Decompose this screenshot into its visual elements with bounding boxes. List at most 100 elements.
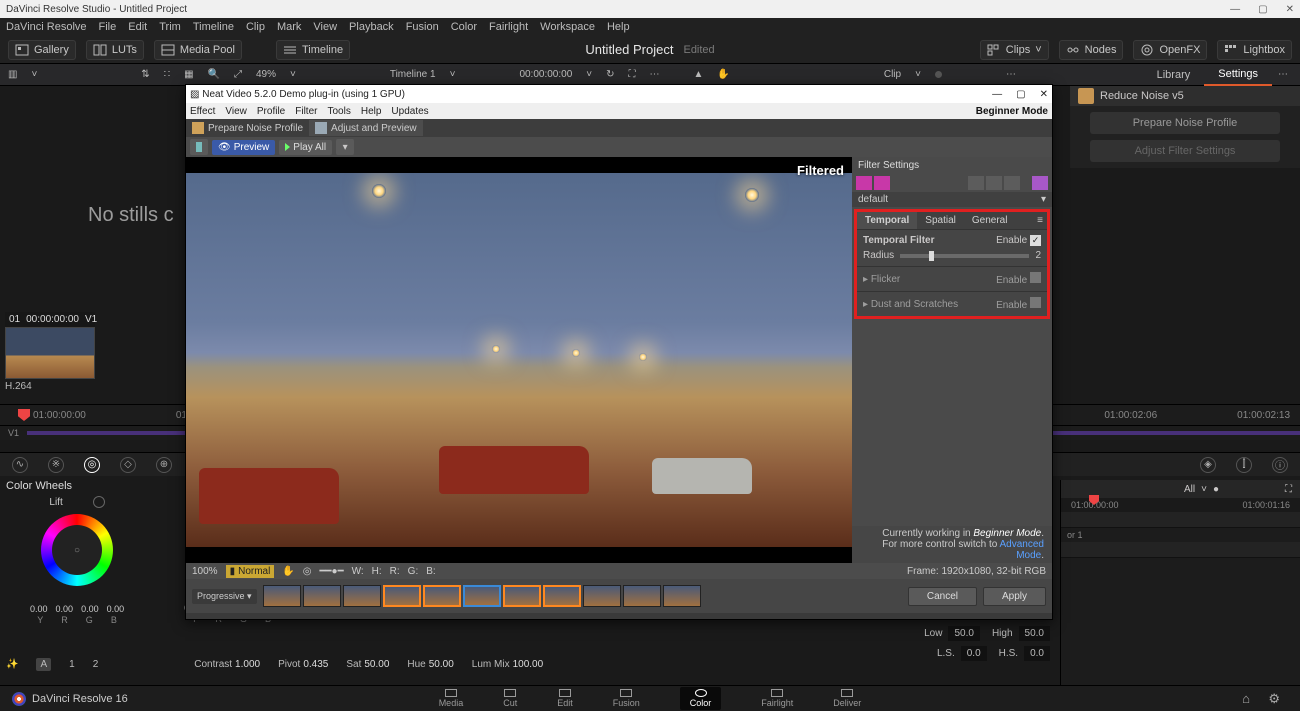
kf-track[interactable] xyxy=(1061,542,1300,558)
chevron-down-icon[interactable]: ˅ xyxy=(586,69,592,80)
target-icon[interactable]: ◎ xyxy=(303,566,312,577)
hand-icon[interactable]: ✋ xyxy=(717,69,729,80)
redo-icon[interactable] xyxy=(986,176,1002,190)
timeline-button[interactable]: Timeline xyxy=(276,40,350,60)
tab-temporal[interactable]: Temporal xyxy=(857,212,917,229)
more-icon[interactable]: ⋯ xyxy=(1006,69,1016,80)
hs-value[interactable]: 0.0 xyxy=(1024,646,1050,661)
mediapool-button[interactable]: Media Pool xyxy=(154,40,242,60)
plugin-menu-item[interactable]: Filter xyxy=(295,106,317,117)
wand-icon[interactable]: ✨ xyxy=(6,659,18,670)
chevron-down-icon[interactable]: ˅ xyxy=(915,69,921,80)
chevron-down-icon[interactable]: ˅ xyxy=(31,69,37,80)
plugin-titlebar[interactable]: ▨ Neat Video 5.2.0 Demo plug-in (using 1… xyxy=(186,85,1052,103)
param-value[interactable]: 50.00 xyxy=(364,659,389,670)
badge[interactable]: 2 xyxy=(93,659,99,670)
info-tool[interactable]: ⓘ xyxy=(1272,457,1288,473)
menu-item[interactable]: Help xyxy=(607,21,630,33)
bypass-dot[interactable] xyxy=(935,71,942,78)
menu-item[interactable]: Edit xyxy=(128,21,147,33)
temporal-enable-checkbox[interactable]: ✓ xyxy=(1030,235,1041,246)
menu-item[interactable]: Trim xyxy=(159,21,181,33)
plugin-menu-item[interactable]: Profile xyxy=(257,106,285,117)
tab-adjust-preview[interactable]: Adjust and Preview xyxy=(309,120,423,136)
reset-icon[interactable] xyxy=(93,496,105,508)
menu-item[interactable]: File xyxy=(99,21,117,33)
primary-tool[interactable]: ◎ xyxy=(84,457,100,473)
grid-icon[interactable]: ▦ xyxy=(184,69,193,80)
scope-tool[interactable]: ◈ xyxy=(1200,457,1216,473)
param-value[interactable]: 100.00 xyxy=(513,659,544,670)
menu-item[interactable]: Mark xyxy=(277,21,301,33)
undo-icon[interactable] xyxy=(968,176,984,190)
strip-frame[interactable] xyxy=(503,585,541,607)
radius-slider[interactable] xyxy=(900,254,1029,258)
menu-item[interactable]: DaVinci Resolve xyxy=(6,21,87,33)
sort-icon[interactable]: ⇅ xyxy=(141,69,149,80)
plugin-menu-item[interactable]: View xyxy=(225,106,247,117)
view-mode-button[interactable] xyxy=(190,139,208,155)
effect-header[interactable]: Reduce Noise v5 xyxy=(1070,86,1300,106)
timeline-name[interactable]: Timeline 1 xyxy=(390,69,436,80)
playall-button[interactable]: Play All xyxy=(279,140,332,155)
scan-mode[interactable]: Progressive ▾ xyxy=(192,589,257,604)
window-tool[interactable]: ◇ xyxy=(120,457,136,473)
page-color[interactable]: Color xyxy=(680,687,722,710)
plugin-minimize[interactable]: — xyxy=(992,89,1002,100)
strip-frame[interactable] xyxy=(543,585,581,607)
page-deliver[interactable]: Deliver xyxy=(833,689,861,708)
menu-icon[interactable]: ≡ xyxy=(1033,212,1047,229)
kf-track[interactable] xyxy=(1061,512,1300,528)
strip-frame[interactable] xyxy=(583,585,621,607)
menu-item[interactable]: Playback xyxy=(349,21,394,33)
list-icon[interactable]: ∷ xyxy=(164,69,170,80)
tab-library[interactable]: Library xyxy=(1143,65,1205,85)
low-value[interactable]: 50.0 xyxy=(948,626,979,641)
playhead-icon[interactable] xyxy=(18,409,30,421)
tab-settings[interactable]: Settings xyxy=(1204,64,1272,86)
page-fusion[interactable]: Fusion xyxy=(613,689,640,708)
info-icon[interactable] xyxy=(1032,176,1048,190)
waveform-tool[interactable]: ⫿ xyxy=(1236,457,1252,473)
tab-spatial[interactable]: Spatial xyxy=(917,212,964,229)
expand-icon[interactable]: ⛶ xyxy=(1285,484,1292,495)
maximize-button[interactable]: ▢ xyxy=(1258,4,1267,15)
clip-thumbnail[interactable]: 0100:00:00:00V1 H.264 xyxy=(5,312,95,392)
val[interactable]: 0.00 xyxy=(107,604,125,614)
advanced-mode-link[interactable]: Advanced Mode xyxy=(1000,539,1044,561)
chevron-down-icon[interactable]: ˅ xyxy=(1201,484,1207,495)
size-slider[interactable]: ━━●━ xyxy=(320,566,344,577)
home-icon[interactable]: ⌂ xyxy=(1242,691,1250,706)
adjust-settings-button[interactable]: Adjust Filter Settings xyxy=(1090,140,1280,162)
fit-icon[interactable]: ⤢ xyxy=(234,69,242,80)
plugin-preview[interactable]: Filtered xyxy=(186,157,852,563)
resize-handle[interactable] xyxy=(186,613,1052,619)
luts-button[interactable]: LUTs xyxy=(86,40,144,60)
strip-frame[interactable] xyxy=(303,585,341,607)
badge[interactable]: A xyxy=(36,658,51,671)
plugin-menu-item[interactable]: Tools xyxy=(327,106,350,117)
high-value[interactable]: 50.0 xyxy=(1019,626,1050,641)
plugin-close[interactable]: ✕ xyxy=(1040,89,1048,100)
strip-frame-current[interactable] xyxy=(463,585,501,607)
ls-value[interactable]: 0.0 xyxy=(961,646,987,661)
val[interactable]: 0.00 xyxy=(30,604,48,614)
dust-enable-checkbox[interactable] xyxy=(1030,297,1041,308)
zoom-value[interactable]: 100% xyxy=(192,566,218,577)
flicker-enable-checkbox[interactable] xyxy=(1030,272,1041,283)
preset-selector[interactable]: default▾ xyxy=(852,192,1052,207)
close-button[interactable]: ✕ xyxy=(1286,4,1294,15)
plugin-menu-item[interactable]: Updates xyxy=(391,106,428,117)
more-icon[interactable]: ⋯ xyxy=(1272,69,1294,80)
radius-value[interactable]: 2 xyxy=(1035,250,1041,261)
kf-dot[interactable]: ● xyxy=(1213,484,1219,495)
nodes-button[interactable]: Nodes xyxy=(1059,40,1124,60)
cancel-button[interactable]: Cancel xyxy=(908,587,977,606)
param-value[interactable]: 50.00 xyxy=(429,659,454,670)
menu-item[interactable]: Clip xyxy=(246,21,265,33)
strip-frame[interactable] xyxy=(423,585,461,607)
prepare-profile-button[interactable]: Prepare Noise Profile xyxy=(1090,112,1280,134)
menu-item[interactable]: View xyxy=(313,21,337,33)
clips-button[interactable]: Clips˅ xyxy=(980,40,1049,60)
menu-item[interactable]: Workspace xyxy=(540,21,595,33)
